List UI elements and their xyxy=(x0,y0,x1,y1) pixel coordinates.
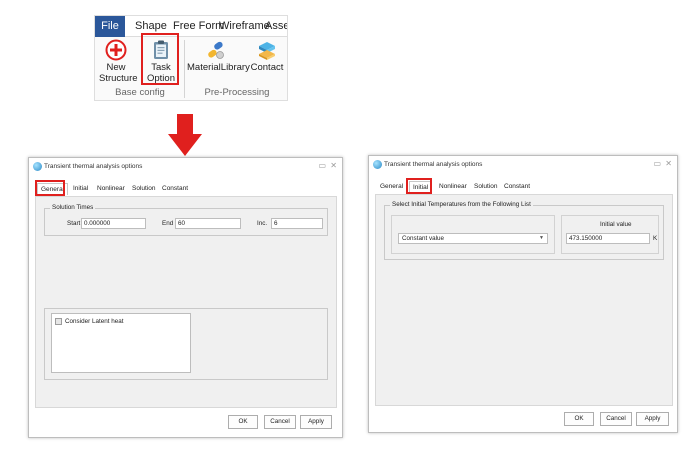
tab-general[interactable]: General xyxy=(380,181,403,193)
material-library-icon xyxy=(208,41,224,59)
close-icon[interactable]: ✕ xyxy=(665,159,672,168)
new-structure-label-line1: New xyxy=(106,62,126,73)
latent-heat-listbox[interactable]: Consider Latent heat xyxy=(51,313,191,373)
tab-initial[interactable]: Initial xyxy=(73,183,88,195)
contact-button[interactable]: Contact xyxy=(249,37,285,85)
contact-label: Contact xyxy=(250,62,284,73)
start-input[interactable]: 0.000000 xyxy=(81,218,146,229)
start-label: Start xyxy=(67,220,81,227)
end-input[interactable]: 60 xyxy=(175,218,241,229)
latent-heat-checkbox[interactable] xyxy=(55,318,62,325)
app-icon xyxy=(33,162,42,171)
tab-nonlinear[interactable]: Nonlinear xyxy=(97,183,125,195)
dialog-title-bar: Transient thermal analysis options ▭ ✕ xyxy=(29,158,342,176)
initial-type-value: Constant value xyxy=(402,235,445,242)
tab-content-general: Solution Times Start 0.000000 End 60 Inc… xyxy=(35,196,337,408)
tab-file[interactable]: File xyxy=(95,16,125,37)
material-library-button[interactable]: MaterialLibrary xyxy=(187,37,250,85)
close-icon[interactable]: ✕ xyxy=(330,161,337,170)
general-tab-highlight xyxy=(35,180,65,196)
initial-tab-highlight xyxy=(406,178,432,194)
apply-button[interactable]: Apply xyxy=(636,412,669,426)
ribbon-group-separator xyxy=(184,40,185,98)
initial-value-input[interactable]: 473.150000 xyxy=(566,233,650,244)
initial-value-panel: Initial value 473.150000 K xyxy=(561,215,659,254)
initial-temperatures-title: Select Initial Temperatures from the Fol… xyxy=(390,201,533,208)
end-label: End xyxy=(162,220,174,227)
group-label-base-config: Base config xyxy=(115,87,165,98)
material-library-label: MaterialLibrary xyxy=(187,62,250,73)
tab-assembly[interactable]: Assem xyxy=(265,16,287,37)
new-structure-button[interactable]: New Structure xyxy=(99,37,138,85)
dropdown-caret-icon: ▼ xyxy=(539,235,544,241)
screenshot-canvas: File Shape Free Form Wireframe Assem New… xyxy=(0,0,698,451)
task-option-highlight xyxy=(141,33,179,85)
tab-constant[interactable]: Constant xyxy=(504,181,530,193)
tab-nonlinear[interactable]: Nonlinear xyxy=(439,181,467,193)
group-label-pre-processing: Pre-Processing xyxy=(204,87,270,98)
inc-input[interactable]: 6 xyxy=(271,218,323,229)
tab-solution[interactable]: Solution xyxy=(474,181,498,193)
tab-wireframe[interactable]: Wireframe xyxy=(219,16,270,37)
unit-label: K xyxy=(653,235,658,242)
apply-button[interactable]: Apply xyxy=(300,415,332,429)
app-icon xyxy=(373,160,382,169)
restore-icon[interactable]: ▭ xyxy=(653,159,661,168)
initial-type-panel: Constant value ▼ xyxy=(391,215,555,254)
dialog-title: Transient thermal analysis options xyxy=(44,163,143,170)
initial-type-select[interactable]: Constant value ▼ xyxy=(398,233,548,244)
ribbon: File Shape Free Form Wireframe Assem New… xyxy=(94,15,288,101)
tab-constant[interactable]: Constant xyxy=(162,183,188,195)
initial-value-header: Initial value xyxy=(600,221,632,228)
dialog-title: Transient thermal analysis options xyxy=(384,161,483,168)
contact-icon xyxy=(259,42,275,60)
dialog-initial: Transient thermal analysis options ▭ ✕ G… xyxy=(368,155,678,433)
dialog-title-bar: Transient thermal analysis options ▭ ✕ xyxy=(369,156,677,174)
ribbon-tab-bar: File Shape Free Form Wireframe Assem xyxy=(95,16,287,37)
ok-button[interactable]: OK xyxy=(228,415,258,429)
tab-free-form[interactable]: Free Form xyxy=(173,16,224,37)
plus-circle-icon xyxy=(105,39,127,61)
tab-solution[interactable]: Solution xyxy=(132,183,156,195)
solution-times-title: Solution Times xyxy=(50,204,96,211)
solution-times-group: Solution Times Start 0.000000 End 60 Inc… xyxy=(44,204,328,236)
restore-icon[interactable]: ▭ xyxy=(318,161,326,170)
dialog-general: Transient thermal analysis options ▭ ✕ G… xyxy=(28,157,343,438)
tab-content-initial: Select Initial Temperatures from the Fol… xyxy=(375,194,673,406)
inc-label: Inc. xyxy=(257,220,268,227)
cancel-button[interactable]: Cancel xyxy=(600,412,632,426)
cancel-button[interactable]: Cancel xyxy=(264,415,296,429)
initial-temperatures-group: Select Initial Temperatures from the Fol… xyxy=(384,201,664,260)
latent-heat-panel: Consider Latent heat xyxy=(44,308,328,380)
new-structure-label-line2: Structure xyxy=(99,73,138,84)
latent-heat-label: Consider Latent heat xyxy=(65,318,124,325)
ok-button[interactable]: OK xyxy=(564,412,594,426)
down-arrow-icon xyxy=(168,114,202,156)
